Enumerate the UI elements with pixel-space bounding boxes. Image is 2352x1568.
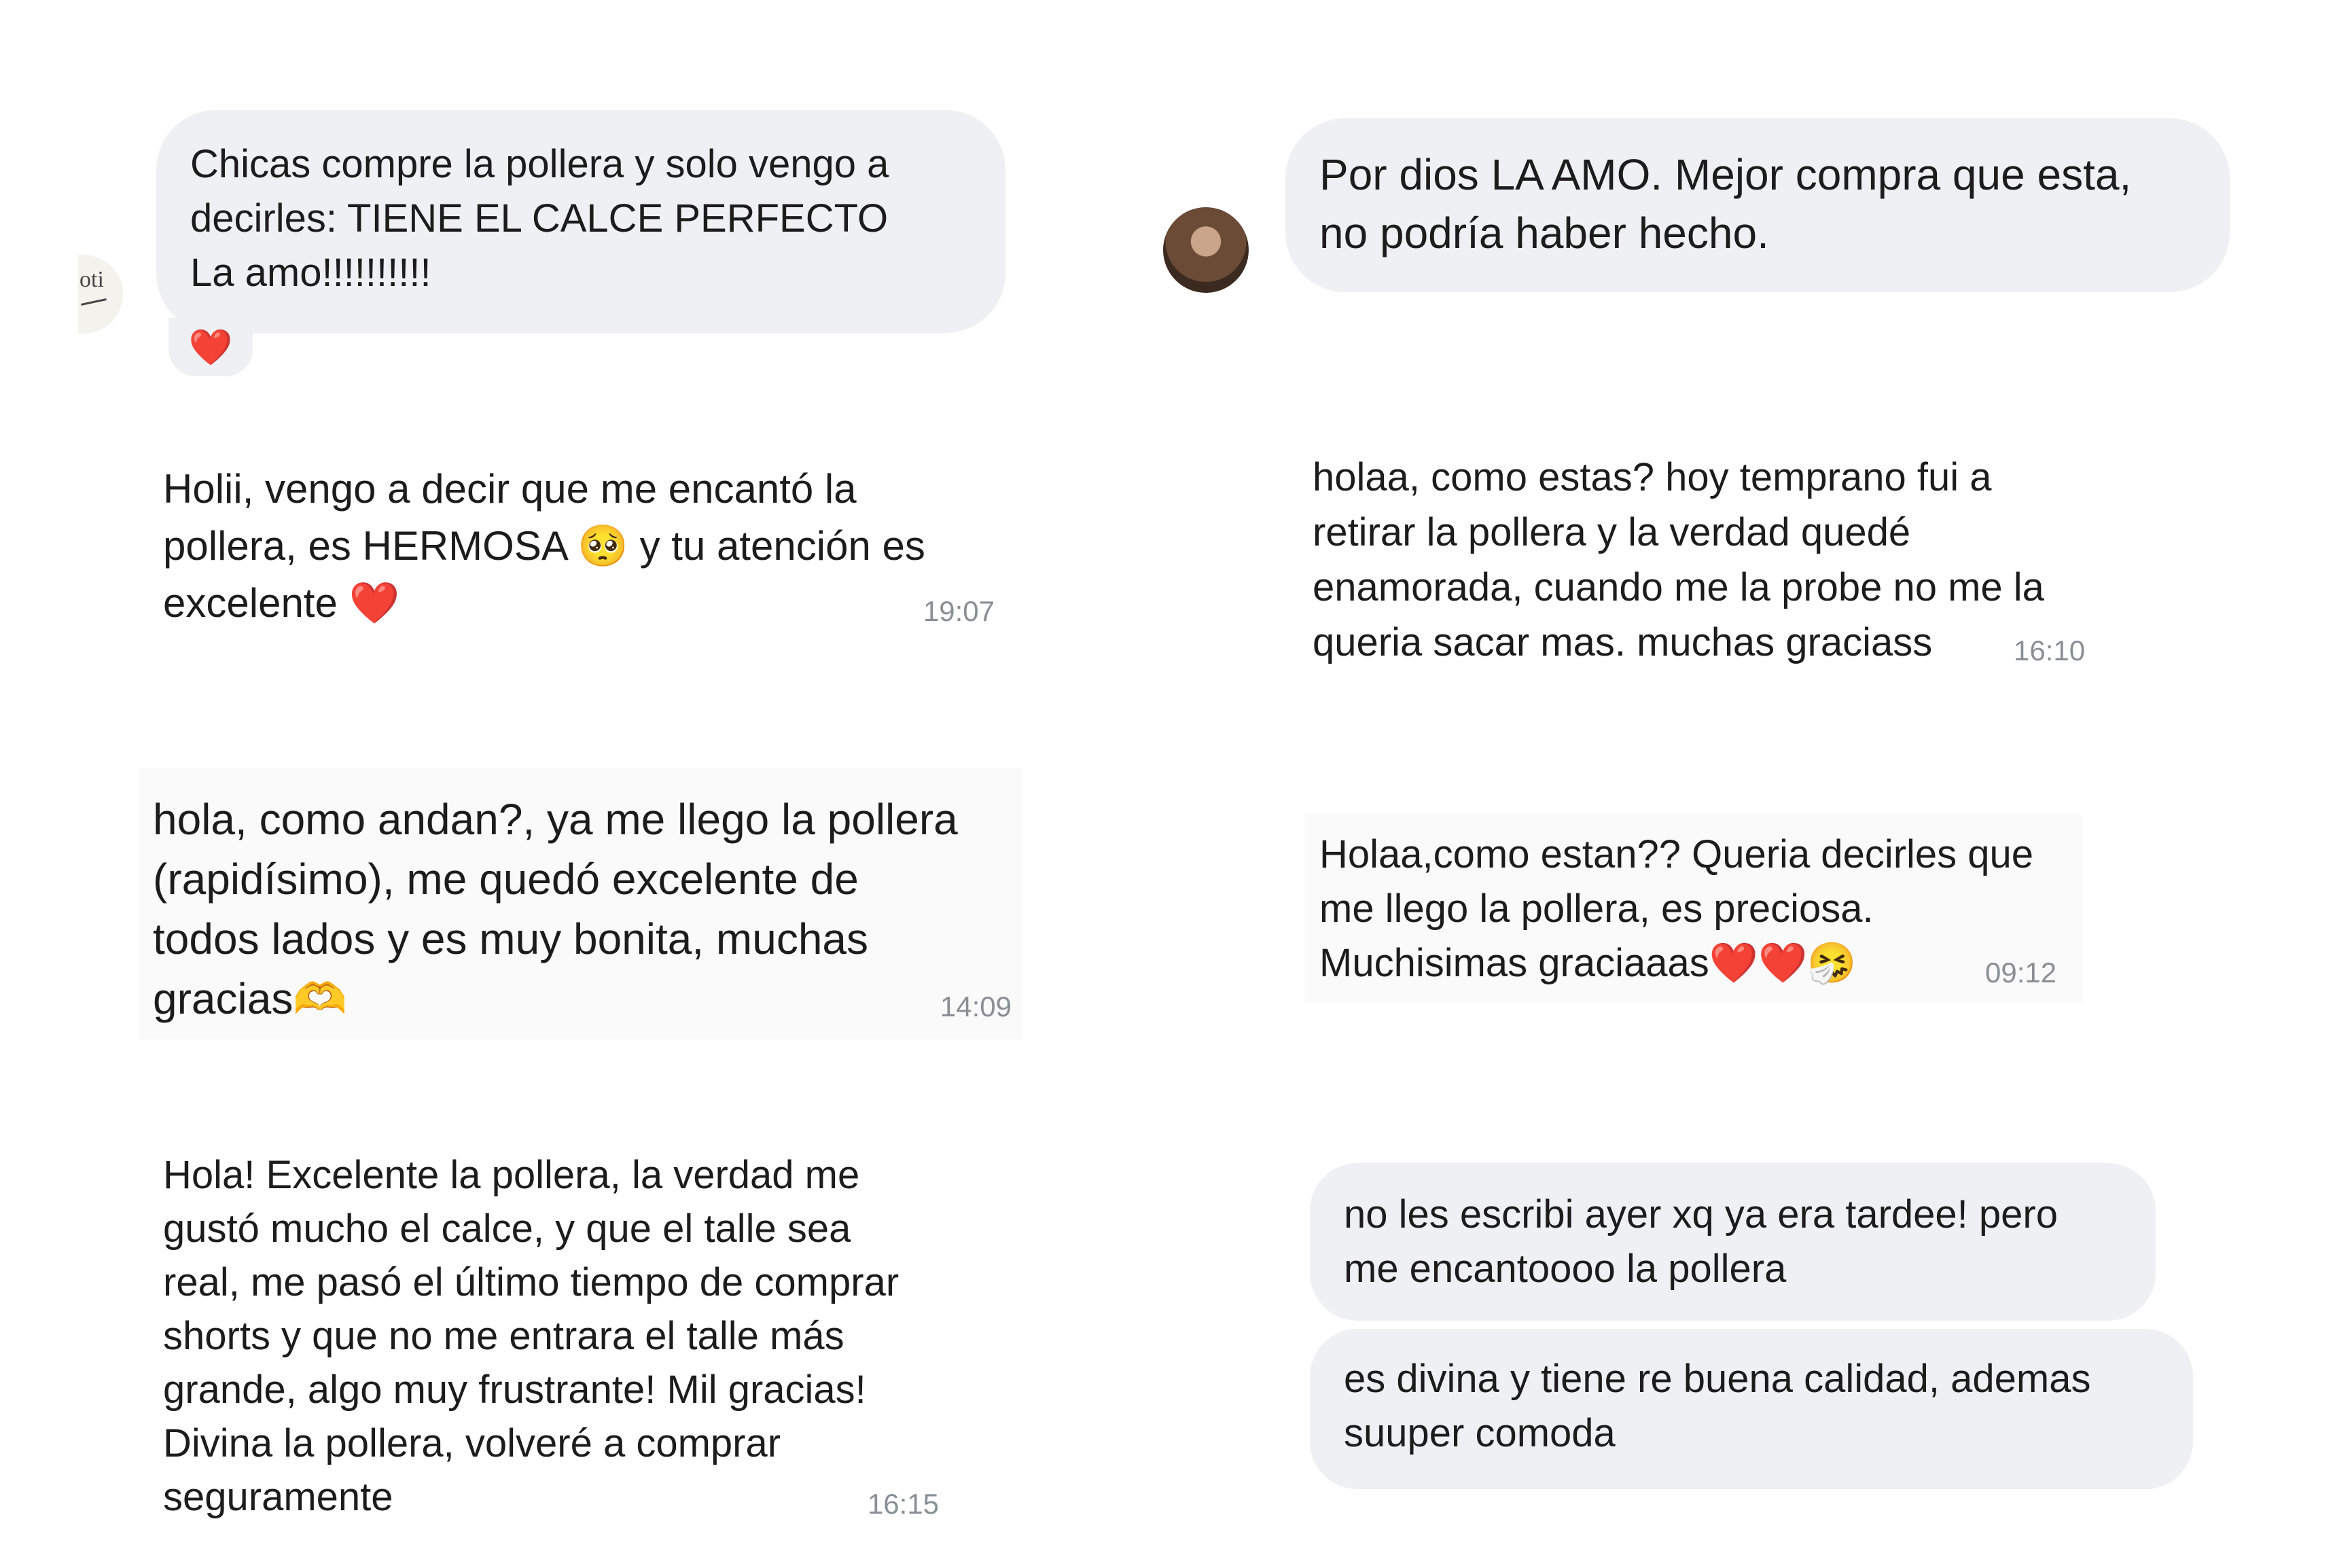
message-timestamp: 16:15	[867, 1488, 939, 1520]
avatar: oti	[78, 255, 123, 334]
message-timestamp: 16:10	[2014, 635, 2086, 666]
heart-icon: ❤️	[188, 327, 233, 368]
message-timestamp: 19:07	[923, 595, 995, 627]
message-timestamp: 09:12	[1985, 957, 2057, 988]
message-text: Por dios LA AMO. Mejor compra que esta, …	[1319, 150, 2132, 257]
message-bubble-6: holaa, como estas? hoy temprano fui a re…	[1298, 435, 2113, 679]
message-text: Chicas compre la pollera y solo vengo a …	[190, 142, 889, 295]
message-bubble-9: es divina y tiene re buena calidad, adem…	[1310, 1329, 2193, 1489]
message-bubble-4: Hola! Excelente la pollera, la verdad me…	[144, 1130, 966, 1531]
message-text: es divina y tiene re buena calidad, adem…	[1344, 1357, 2091, 1455]
message-text: Holii, vengo a decir que me encantó la p…	[163, 466, 925, 626]
avatar-logo-text: oti	[79, 267, 104, 292]
message-bubble-3: hola, como andan?, ya me llego la poller…	[139, 768, 1022, 1039]
reaction-heart[interactable]: ❤️	[168, 318, 253, 376]
message-timestamp: 14:09	[940, 991, 1012, 1022]
message-text: no les escribi ayer xq ya era tardee! pe…	[1344, 1192, 2058, 1291]
message-bubble-8: no les escribi ayer xq ya era tardee! pe…	[1310, 1163, 2156, 1321]
message-text: Hola! Excelente la pollera, la verdad me…	[163, 1153, 899, 1519]
avatar	[1163, 207, 1249, 293]
message-bubble-5: Por dios LA AMO. Mejor compra que esta, …	[1285, 118, 2230, 292]
message-text: Holaa,como estan?? Queria decirles que m…	[1319, 832, 2034, 985]
message-text: holaa, como estas? hoy temprano fui a re…	[1313, 455, 2044, 664]
message-bubble-1: Chicas compre la pollera y solo vengo a …	[156, 110, 1005, 333]
message-bubble-2: Holii, vengo a decir que me encantó la p…	[143, 444, 1019, 648]
message-bubble-7: Holaa,como estan?? Queria decirles que m…	[1304, 814, 2082, 1003]
message-text: hola, como andan?, ya me llego la poller…	[153, 795, 958, 1023]
